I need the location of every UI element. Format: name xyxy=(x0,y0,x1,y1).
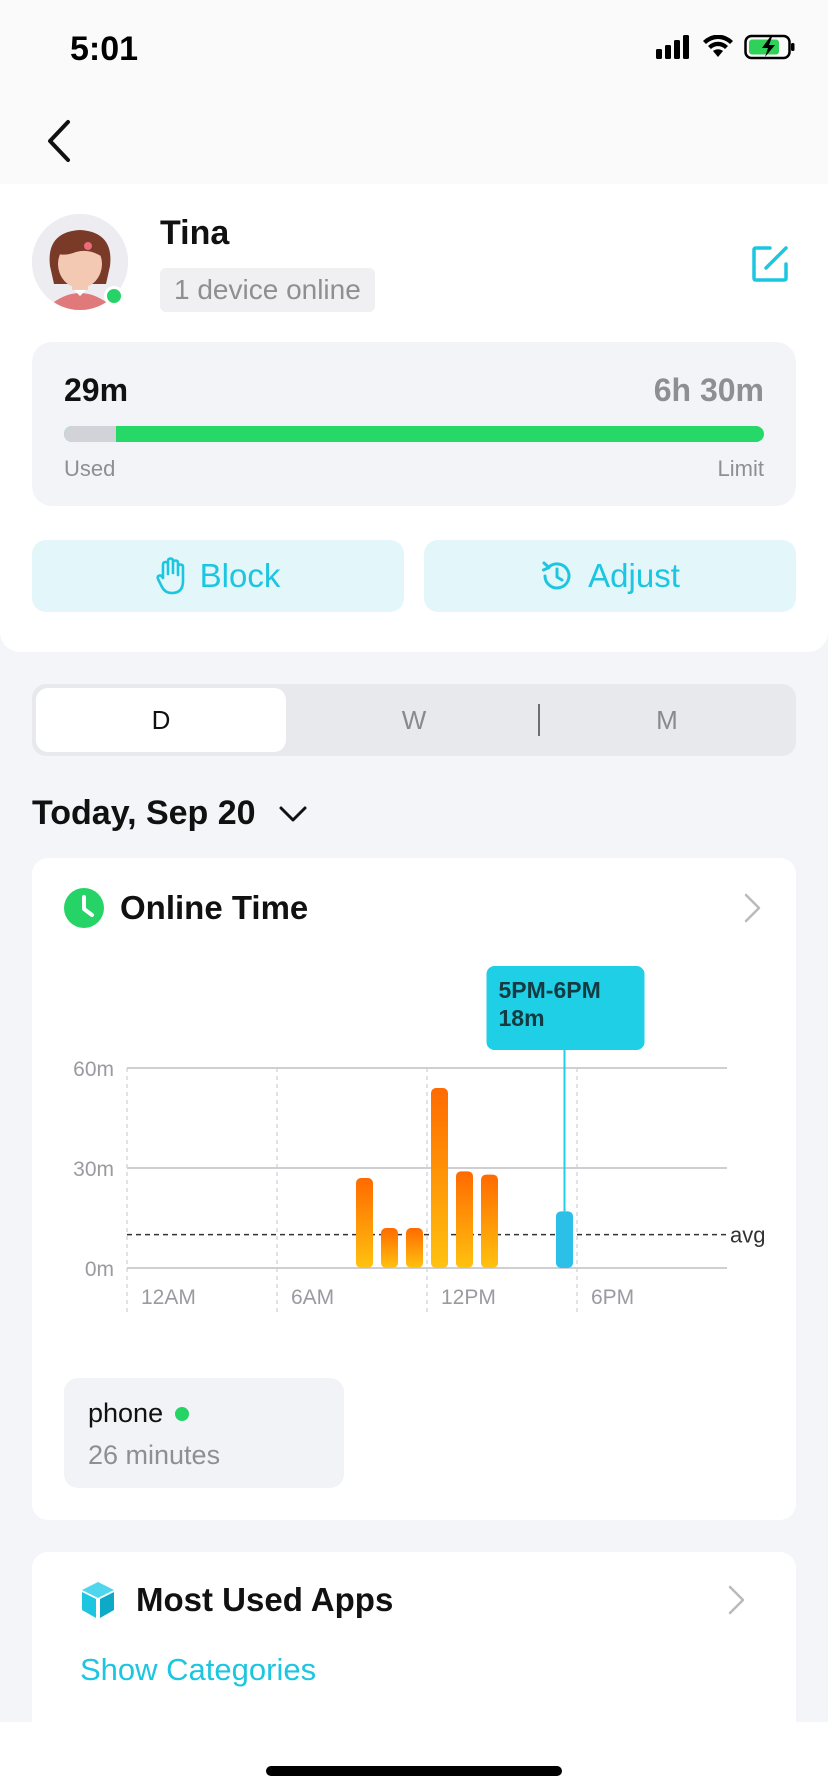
period-segmented-control: D W M xyxy=(32,684,796,756)
chart-bar xyxy=(456,1171,473,1268)
x-tick-label: 12AM xyxy=(141,1286,196,1309)
chart-bar xyxy=(556,1211,573,1268)
tooltip-value: 18m xyxy=(499,1005,545,1031)
most-used-apps-header[interactable]: Most Used Apps xyxy=(80,1580,393,1620)
usage-used-label: Used xyxy=(64,456,116,481)
online-time-header[interactable]: Online Time xyxy=(64,888,308,928)
device-name: phone xyxy=(88,1398,164,1428)
online-status-dot xyxy=(104,286,124,306)
x-tick-label: 6PM xyxy=(591,1286,634,1309)
adjust-button[interactable]: Adjust xyxy=(424,540,796,612)
tooltip-range: 5PM-6PM xyxy=(499,977,601,1003)
chevron-right-icon[interactable] xyxy=(726,1584,746,1616)
block-button[interactable]: Block xyxy=(32,540,404,612)
usage-progress-used xyxy=(64,426,116,442)
x-tick-label: 12PM xyxy=(441,1286,496,1309)
chart-bar xyxy=(381,1228,398,1268)
tab-week[interactable]: W xyxy=(289,688,539,752)
cube-icon xyxy=(82,1582,114,1618)
average-label: avg xyxy=(730,1223,765,1248)
edit-icon xyxy=(752,246,788,282)
profile-card: Tina 1 device online 29m 6h 30m Used Lim… xyxy=(0,184,828,652)
usage-limit-value: 6h 30m xyxy=(653,372,764,408)
clock-refresh-icon xyxy=(542,561,571,590)
device-usage-item[interactable]: phone 26 minutes xyxy=(64,1378,344,1488)
back-button[interactable] xyxy=(40,116,80,166)
chart-bar xyxy=(481,1174,498,1268)
y-tick-label: 30m xyxy=(73,1158,114,1181)
segment-divider xyxy=(538,704,540,736)
wifi-icon xyxy=(703,35,733,57)
device-online-dot xyxy=(175,1406,190,1421)
date-selector[interactable]: Today, Sep 20 xyxy=(32,794,308,833)
hand-icon xyxy=(156,557,184,595)
device-status-badge: 1 device online xyxy=(160,268,375,312)
home-area xyxy=(0,1722,828,1792)
signal-icon xyxy=(656,35,689,59)
nav-bar xyxy=(0,100,828,184)
chevron-left-icon xyxy=(48,120,70,162)
show-categories-link[interactable]: Show Categories xyxy=(80,1652,316,1688)
adjust-button-label: Adjust xyxy=(588,557,680,594)
tab-month[interactable]: M xyxy=(542,688,792,752)
chevron-down-icon xyxy=(279,806,307,821)
chart-bar xyxy=(356,1178,373,1268)
online-time-title: Online Time xyxy=(120,889,309,926)
usage-summary: 29m 6h 30m Used Limit xyxy=(32,342,796,506)
tab-day[interactable]: D xyxy=(36,688,286,752)
chart-bar xyxy=(406,1228,423,1268)
status-bar: 5:01 xyxy=(0,0,828,100)
chevron-right-icon[interactable] xyxy=(742,892,762,924)
online-time-card: Online Time 60m 30m 0m avg 12AM 6AM 12PM 6PM 5P… xyxy=(32,858,796,1520)
y-tick-label: 60m xyxy=(73,1058,114,1081)
block-button-label: Block xyxy=(199,557,281,594)
profile-name: Tina xyxy=(160,214,230,252)
date-label: Today, Sep 20 xyxy=(32,794,256,832)
edit-profile-button[interactable] xyxy=(748,242,792,286)
device-name-row: phone xyxy=(88,1398,190,1429)
online-time-chart: 60m 30m 0m avg 12AM 6AM 12PM 6PM 5PM-6PM18m xyxy=(73,966,765,1313)
x-tick-label: 6AM xyxy=(291,1286,334,1309)
usage-progress-bar xyxy=(64,426,764,442)
status-time: 5:01 xyxy=(70,30,139,68)
usage-limit-label: Limit xyxy=(717,456,764,481)
home-indicator[interactable] xyxy=(266,1766,562,1776)
y-tick-label: 0m xyxy=(85,1258,114,1281)
battery-icon xyxy=(744,34,795,60)
status-icons xyxy=(656,34,796,60)
chart-bar xyxy=(431,1088,448,1268)
most-used-apps-title: Most Used Apps xyxy=(136,1581,394,1618)
usage-used-value: 29m xyxy=(64,372,129,408)
device-minutes: 26 minutes xyxy=(88,1440,221,1470)
clock-icon xyxy=(64,888,104,928)
